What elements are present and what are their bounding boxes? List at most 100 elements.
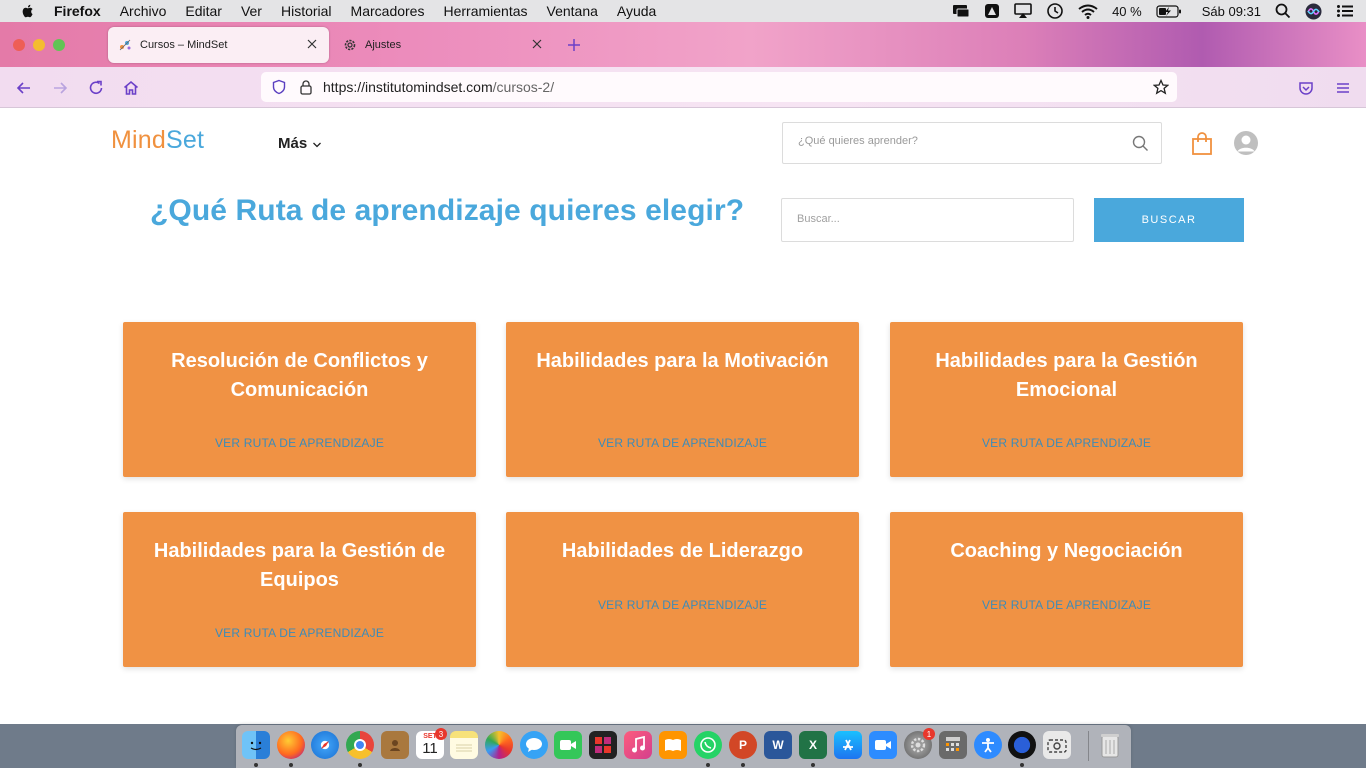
url-text[interactable]: https://institutomindset.com/cursos-2/	[323, 79, 554, 95]
back-arrow-icon[interactable]	[15, 79, 33, 97]
bookmark-star-icon[interactable]	[1153, 79, 1169, 95]
menu-historial[interactable]: Historial	[281, 3, 332, 19]
shopping-bag-icon[interactable]	[1191, 132, 1213, 156]
menu-ventana[interactable]: Ventana	[547, 3, 598, 19]
course-card-gestion-emocional[interactable]: Habilidades para la Gestión Emocional VE…	[890, 322, 1243, 477]
safari-compass-icon[interactable]	[311, 731, 339, 759]
facetime-icon[interactable]	[554, 731, 582, 759]
calculator-icon[interactable]	[939, 731, 967, 759]
tab-close-icon[interactable]	[530, 37, 544, 51]
menu-archivo[interactable]: Archivo	[120, 3, 167, 19]
pocket-icon[interactable]	[1297, 79, 1315, 97]
nav-more-menu[interactable]: Más	[278, 135, 322, 152]
music-note-icon[interactable]	[624, 731, 652, 759]
menu-ayuda[interactable]: Ayuda	[617, 3, 656, 19]
powerpoint-icon[interactable]: P	[729, 731, 757, 759]
whatsapp-icon[interactable]	[694, 731, 722, 759]
excel-icon[interactable]: X	[799, 731, 827, 759]
menu-ver[interactable]: Ver	[241, 3, 262, 19]
running-indicator	[254, 763, 258, 767]
window-minimize-button[interactable]	[33, 39, 45, 51]
firefox-icon[interactable]	[277, 731, 305, 759]
chevron-down-icon	[313, 142, 322, 147]
istat-icon[interactable]	[984, 3, 1000, 19]
new-tab-plus-icon[interactable]	[567, 38, 581, 52]
reload-icon[interactable]	[87, 79, 105, 97]
url-path: /cursos-2/	[492, 79, 555, 95]
browser-tab-bar: Cursos – MindSet Ajustes	[0, 22, 1366, 67]
control-center-icon[interactable]	[1336, 4, 1354, 18]
accessibility-icon[interactable]	[974, 731, 1002, 759]
card-link[interactable]: VER RUTA DE APRENDIZAJE	[123, 626, 476, 640]
spotlight-search-icon[interactable]	[1275, 3, 1291, 19]
apple-icon[interactable]	[20, 3, 36, 19]
powerpoint-letter: P	[738, 738, 747, 752]
home-icon[interactable]	[122, 79, 140, 97]
word-icon[interactable]: W	[764, 731, 792, 759]
tab-cursos-mindset[interactable]: Cursos – MindSet	[108, 27, 329, 63]
user-avatar-icon[interactable]	[1233, 130, 1259, 156]
tab-close-icon[interactable]	[305, 37, 319, 51]
menubar-clock[interactable]: Sáb 09:31	[1202, 4, 1261, 19]
finder-icon[interactable]	[242, 731, 270, 759]
card-title: Habilidades para la Motivación	[536, 350, 829, 372]
course-card-gestion-equipos[interactable]: Habilidades para la Gestión de Equipos V…	[123, 512, 476, 667]
url-bar[interactable]: https://institutomindset.com/cursos-2/	[261, 72, 1177, 102]
card-link[interactable]: VER RUTA DE APRENDIZAJE	[123, 436, 476, 450]
search-button[interactable]: BUSCAR	[1094, 198, 1244, 242]
chrome-icon[interactable]	[346, 731, 374, 759]
card-title: Resolución de Conflictos y Comunicación	[171, 350, 428, 401]
mindset-logo[interactable]: MindSet	[111, 126, 204, 155]
page-headline: ¿Qué Ruta de aprendizaje quieres elegir?	[150, 194, 745, 227]
card-link[interactable]: VER RUTA DE APRENDIZAJE	[890, 598, 1243, 612]
airplay-icon[interactable]	[1014, 3, 1032, 19]
search-icon[interactable]	[1132, 135, 1149, 152]
course-card-coaching[interactable]: Coaching y Negociación VER RUTA DE APREN…	[890, 512, 1243, 667]
course-card-conflictos[interactable]: Resolución de Conflictos y Comunicación …	[123, 322, 476, 477]
menu-editar[interactable]: Editar	[185, 3, 222, 19]
system-preferences-gear-icon[interactable]: 1	[904, 728, 935, 759]
url-host: https://institutomindset.com	[323, 79, 493, 95]
macos-menubar: Firefox Archivo Editar Ver Historial Mar…	[0, 0, 1366, 22]
card-link[interactable]: VER RUTA DE APRENDIZAJE	[506, 598, 859, 612]
menubar-status-area: 40 % Sáb 09:31	[952, 0, 1354, 22]
calendar-icon[interactable]: SET 11 3	[416, 728, 447, 759]
course-card-liderazgo[interactable]: Habilidades de Liderazgo VER RUTA DE APR…	[506, 512, 859, 667]
card-link[interactable]: VER RUTA DE APRENDIZAJE	[506, 436, 859, 450]
header-search-box	[782, 122, 1162, 164]
messages-icon[interactable]	[520, 731, 548, 759]
course-card-motivacion[interactable]: Habilidades para la Motivación VER RUTA …	[506, 322, 859, 477]
zoom-video-icon[interactable]	[869, 731, 897, 759]
battery-charging-icon[interactable]	[1156, 4, 1182, 18]
battery-percent: 40 %	[1112, 3, 1142, 19]
menu-marcadores[interactable]: Marcadores	[351, 3, 425, 19]
contacts-book-icon[interactable]	[381, 731, 409, 759]
photo-booth-icon[interactable]	[589, 731, 617, 759]
photos-icon[interactable]	[485, 731, 513, 759]
window-close-button[interactable]	[13, 39, 25, 51]
route-search-input[interactable]	[797, 213, 1057, 225]
header-search-input[interactable]	[798, 135, 1118, 147]
window-zoom-button[interactable]	[53, 39, 65, 51]
lock-icon[interactable]	[299, 79, 313, 95]
wifi-icon[interactable]	[1078, 4, 1098, 19]
screenshot-camera-icon[interactable]	[1043, 731, 1071, 759]
trash-icon[interactable]	[1096, 731, 1124, 759]
siri-icon[interactable]	[1305, 3, 1322, 20]
running-indicator	[289, 763, 293, 767]
tracking-protection-shield-icon[interactable]	[271, 79, 287, 95]
quicktime-icon[interactable]	[1008, 731, 1036, 759]
hamburger-menu-icon[interactable]	[1334, 79, 1352, 97]
app-store-icon[interactable]	[834, 731, 862, 759]
forward-arrow-icon[interactable]	[51, 79, 69, 97]
screen-mirror-icon[interactable]	[952, 4, 970, 18]
menu-herramientas[interactable]: Herramientas	[443, 3, 527, 19]
calendar-badge: 3	[435, 728, 447, 740]
menu-app-name[interactable]: Firefox	[54, 3, 101, 19]
time-machine-icon[interactable]	[1046, 2, 1064, 20]
mindset-favicon-icon	[118, 38, 132, 52]
tab-ajustes[interactable]: Ajustes	[333, 27, 554, 63]
books-icon[interactable]	[659, 731, 687, 759]
card-link[interactable]: VER RUTA DE APRENDIZAJE	[890, 436, 1243, 450]
notes-icon[interactable]	[450, 731, 478, 759]
